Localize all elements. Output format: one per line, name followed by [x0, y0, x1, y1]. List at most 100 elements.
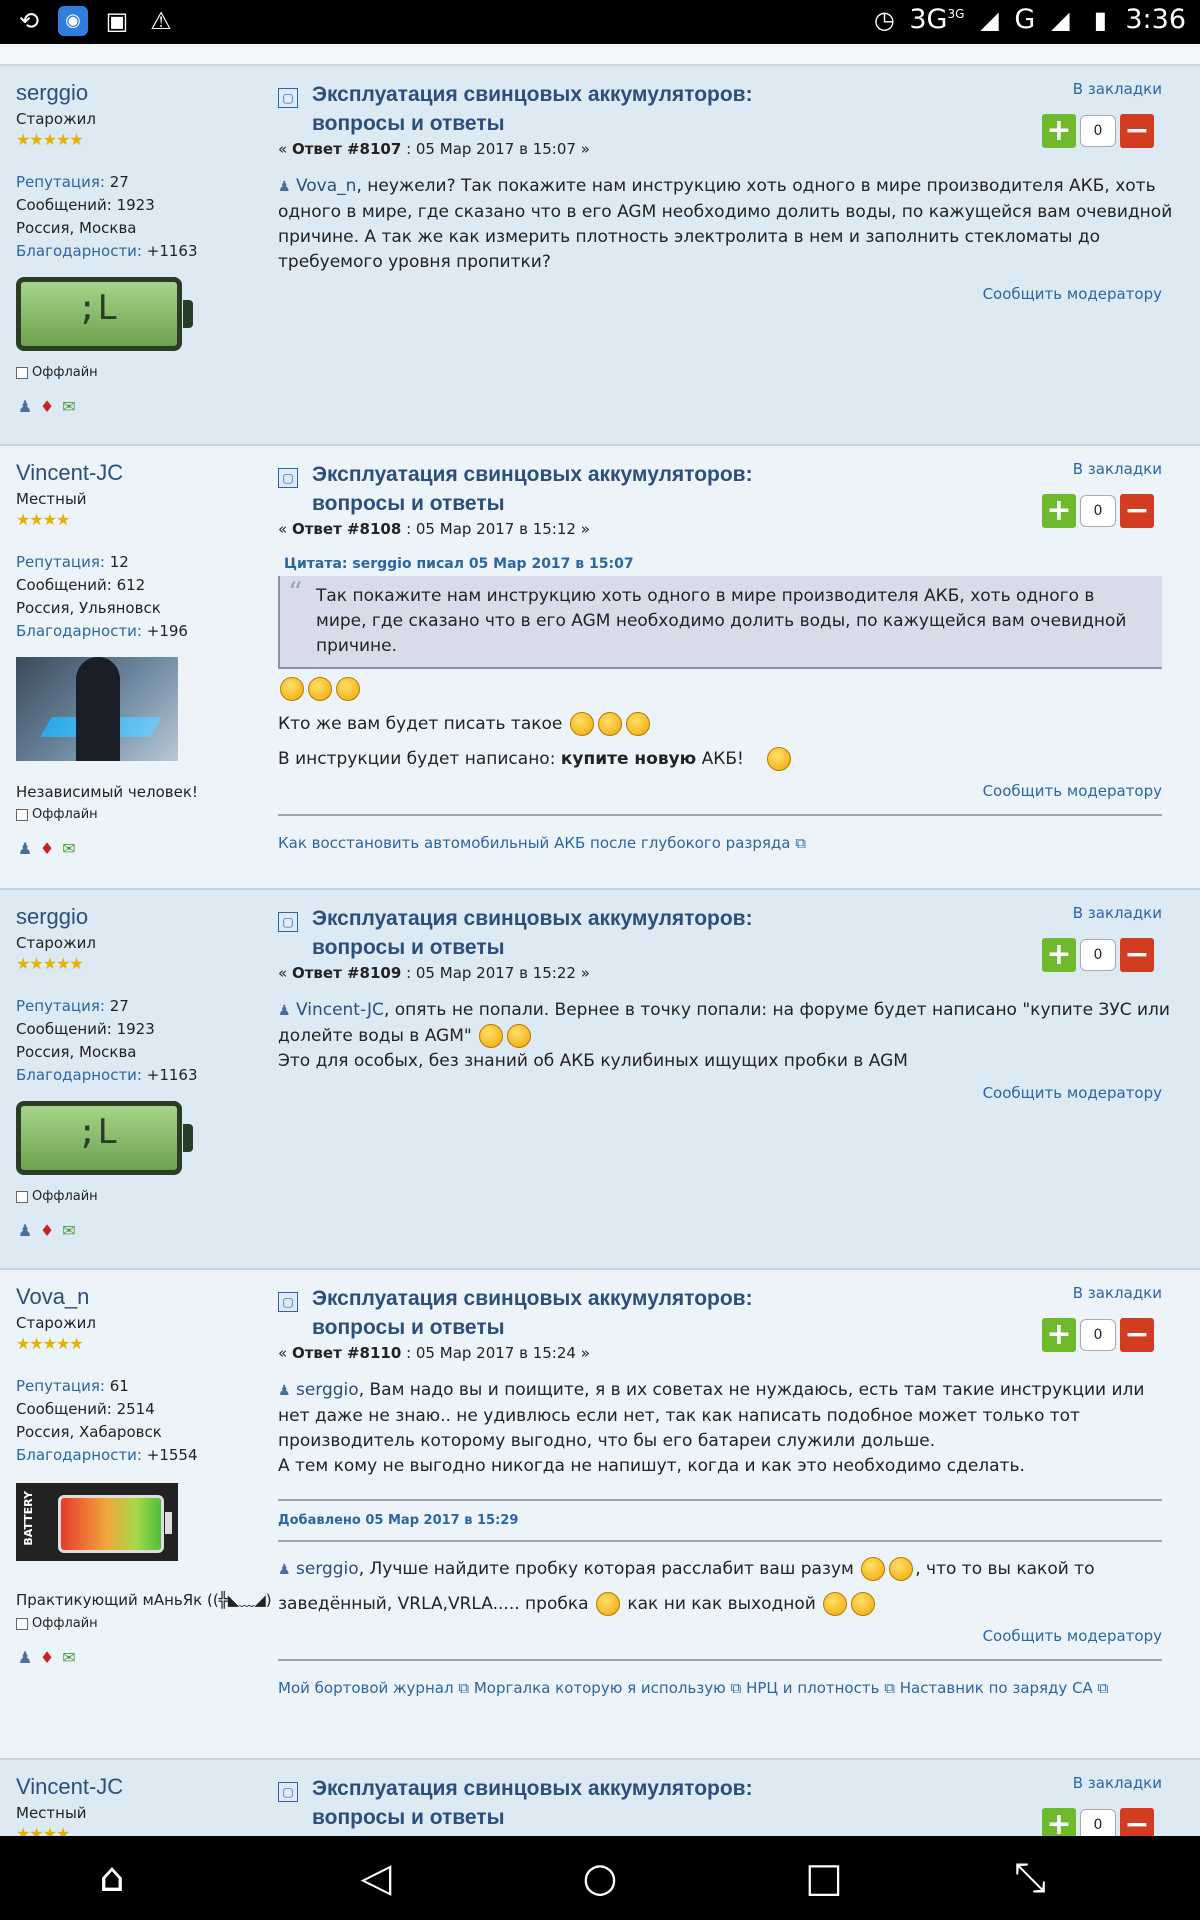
message-count: Сообщений: 2514	[16, 1400, 155, 1418]
user-icon: ♟	[278, 1562, 291, 1578]
rank-stars: ★★★★	[16, 1824, 70, 1836]
network-label-2: G	[1014, 4, 1036, 35]
user-tagline: Практикующий мАньЯк ((╬◣﹏◢)	[16, 1591, 272, 1609]
reply-number[interactable]: Ответ #8110	[292, 1344, 401, 1362]
user-icon: ♟	[278, 179, 291, 195]
user-mention[interactable]: serggio	[296, 1559, 359, 1579]
plus-button[interactable]: +	[1042, 1808, 1076, 1836]
poster-info: Vova_n Старожил ★★★★★ Репутация: 61 Сооб…	[16, 1284, 272, 1667]
minus-button[interactable]: −	[1120, 114, 1154, 148]
rank-stars: ★★★★★	[16, 1334, 84, 1353]
message-count: Сообщений: 1923	[16, 196, 155, 214]
author-name[interactable]: Vincent-JC	[16, 460, 256, 486]
report-link[interactable]: Сообщить модератору	[278, 1084, 1162, 1102]
author-name[interactable]: serggio	[16, 80, 256, 106]
plus-button[interactable]: +	[1042, 938, 1076, 972]
signature-link[interactable]: Мой бортовой журнал	[278, 1679, 454, 1697]
network-label: 3G3G	[909, 4, 965, 35]
post-title[interactable]: Эксплуатация свинцовых аккумуляторов: воп…	[312, 904, 772, 962]
signature-link[interactable]: Наставник по заряду СА	[900, 1679, 1093, 1697]
forum-post: Vincent-JC Местный ★★★★ Репутация: 12 Со…	[0, 446, 1200, 890]
home-icon[interactable]: ⌂	[82, 1858, 142, 1898]
smiley-icon	[336, 677, 360, 701]
report-link[interactable]: Сообщить модератору	[278, 1627, 1162, 1645]
signature-link[interactable]: Моргалка которую я использую	[474, 1679, 726, 1697]
bookmark-link[interactable]: В закладки	[1073, 80, 1162, 98]
recents-icon[interactable]: □	[794, 1858, 854, 1898]
profile-icon[interactable]: ♟	[16, 1222, 34, 1240]
vote-count: 0	[1080, 1809, 1116, 1836]
author-rank: Старожил	[16, 934, 96, 952]
smiley-icon	[308, 677, 332, 701]
post-title[interactable]: Эксплуатация свинцовых аккумуляторов: воп…	[312, 1774, 772, 1832]
bookmark-link[interactable]: В закладки	[1073, 904, 1162, 922]
author-name[interactable]: serggio	[16, 904, 256, 930]
profile-icon[interactable]: ♟	[16, 398, 34, 416]
user-mention[interactable]: Vova_n	[296, 176, 356, 196]
offline-icon	[16, 1190, 28, 1203]
author-rank: Старожил	[16, 110, 96, 128]
minus-button[interactable]: −	[1120, 938, 1154, 972]
post-title[interactable]: Эксплуатация свинцовых аккумуляторов: воп…	[312, 1284, 772, 1342]
reply-number[interactable]: Ответ #8109	[292, 964, 401, 982]
message-icon[interactable]: ✉	[60, 398, 78, 416]
message-icon[interactable]: ✉	[60, 1222, 78, 1240]
author-rank: Старожил	[16, 1314, 96, 1332]
reply-number[interactable]: Ответ #8108	[292, 520, 401, 538]
signature-link[interactable]: НРЦ и плотность	[746, 1679, 879, 1697]
signature-link[interactable]: Как восстановить автомобильный АКБ после…	[278, 834, 790, 852]
smiley-icon	[597, 712, 622, 736]
quote-header[interactable]: Цитата: serggio писал 05 Мар 2017 в 15:0…	[284, 556, 1184, 572]
wink-icon	[851, 1592, 876, 1616]
thanks: Благодарности: +196	[16, 622, 188, 640]
bookmark-link[interactable]: В закладки	[1073, 1774, 1162, 1792]
back-icon[interactable]: ◁	[346, 1858, 406, 1898]
profile-icons: ♟ ♦ ✉	[16, 1649, 256, 1667]
hug-icon	[889, 1557, 914, 1581]
minus-button[interactable]: −	[1120, 1808, 1154, 1836]
sync-icon: ⟲	[18, 7, 40, 35]
online-status: Оффлайн	[16, 807, 256, 822]
award-icon[interactable]: ♦	[38, 1222, 56, 1240]
profile-icon[interactable]: ♟	[16, 840, 34, 858]
post-message: Кто же вам будет писать такое В инструкц…	[278, 677, 1178, 772]
message-icon[interactable]: ✉	[60, 1649, 78, 1667]
post-body: ▢ Эксплуатация свинцовых аккумуляторов: во…	[278, 80, 1184, 303]
forum-post: serggio Старожил ★★★★★ Репутация: 27 Соо…	[0, 66, 1200, 446]
image-icon: ▣	[105, 7, 129, 35]
circle-home-icon[interactable]: ○	[570, 1858, 630, 1898]
poster-info: Vincent-JC Местный ★★★★ Репутация: 12 Со…	[16, 460, 256, 858]
award-icon[interactable]: ♦	[38, 398, 56, 416]
message-icon[interactable]: ✉	[60, 840, 78, 858]
offline-icon	[16, 1617, 28, 1630]
plus-button[interactable]: +	[1042, 1318, 1076, 1352]
profile-icon[interactable]: ♟	[16, 1649, 34, 1667]
thanks: Благодарности: +1554	[16, 1446, 198, 1464]
plus-button[interactable]: +	[1042, 114, 1076, 148]
post-title[interactable]: Эксплуатация свинцовых аккумуляторов: воп…	[312, 80, 772, 138]
external-link-icon: ⧉	[795, 834, 806, 852]
minus-button[interactable]: −	[1120, 1318, 1154, 1352]
report-link[interactable]: Сообщить модератору	[278, 782, 1162, 800]
report-link[interactable]: Сообщить модератору	[278, 285, 1162, 303]
poster-info: serggio Старожил ★★★★★ Репутация: 27 Соо…	[16, 904, 256, 1240]
user-mention[interactable]: serggio	[296, 1380, 359, 1400]
reply-number[interactable]: Ответ #8107	[292, 140, 401, 158]
fullscreen-icon[interactable]: ⤡	[1000, 1858, 1060, 1898]
author-name[interactable]: Vincent-JC	[16, 1774, 256, 1800]
author-name[interactable]: Vova_n	[16, 1284, 256, 1310]
award-icon[interactable]: ♦	[38, 840, 56, 858]
user-mention[interactable]: Vincent-JC	[296, 1000, 384, 1020]
award-icon[interactable]: ♦	[38, 1649, 56, 1667]
bookmark-link[interactable]: В закладки	[1073, 460, 1162, 478]
bookmark-link[interactable]: В закладки	[1073, 1284, 1162, 1302]
signature-divider	[278, 1659, 1162, 1661]
plus-button[interactable]: +	[1042, 494, 1076, 528]
post-message-addition: ♟ serggio, Лучше найдите пробку которая …	[278, 1557, 1095, 1616]
offline-icon	[16, 808, 28, 821]
minus-button[interactable]: −	[1120, 494, 1154, 528]
post-body: ▢ Эксплуатация свинцовых аккумуляторов: во…	[278, 460, 1184, 852]
external-link-icon: ⧉	[1097, 1679, 1109, 1697]
avatar: ;L	[16, 277, 193, 351]
post-title[interactable]: Эксплуатация свинцовых аккумуляторов: воп…	[312, 460, 772, 518]
